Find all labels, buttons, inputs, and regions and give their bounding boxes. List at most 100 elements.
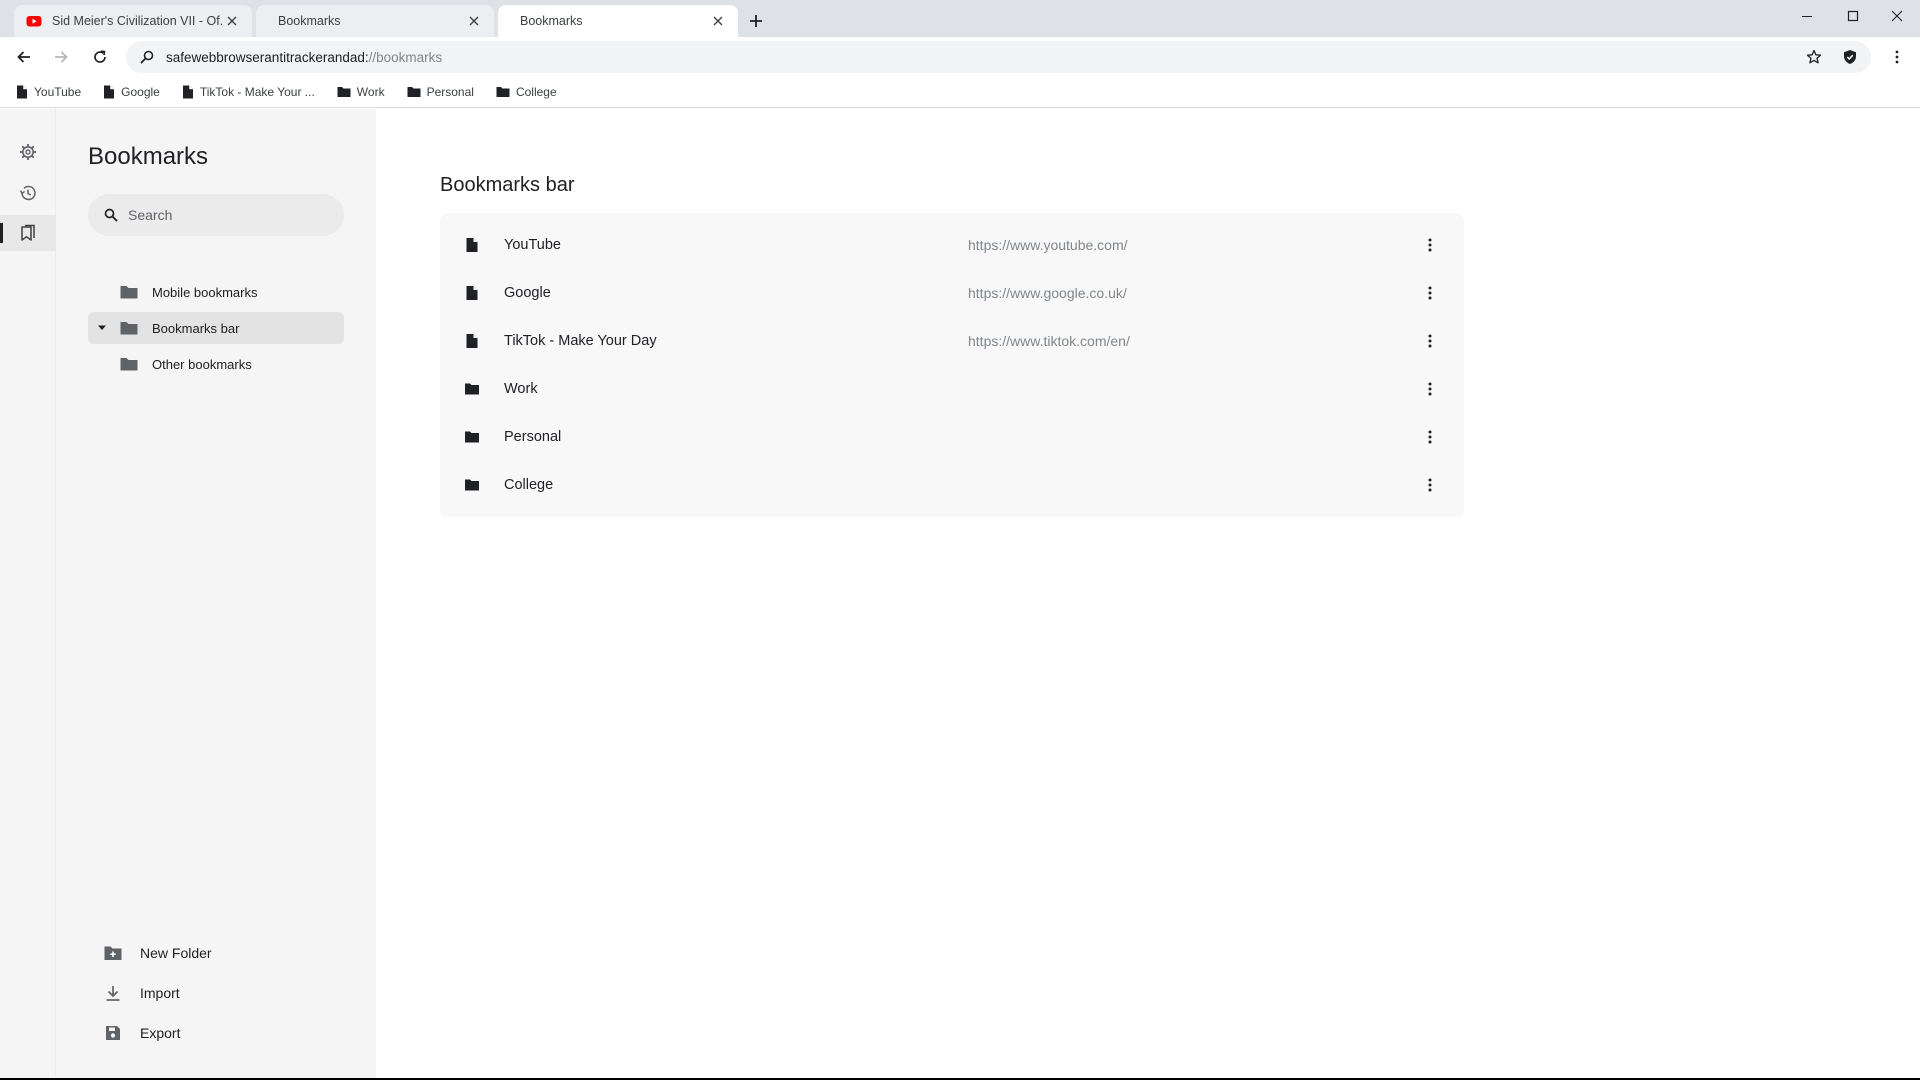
more-vertical-icon[interactable] <box>1418 377 1442 401</box>
folder-icon <box>407 87 421 97</box>
back-button[interactable] <box>12 45 36 69</box>
bookmark-star-button[interactable] <box>1802 45 1826 69</box>
more-vertical-icon[interactable] <box>1418 281 1442 305</box>
tree-item-other-bookmarks[interactable]: Other bookmarks <box>88 348 344 380</box>
history-icon <box>19 185 36 201</box>
bookmarks-bar-item[interactable]: TikTok - Make Your ... <box>182 85 315 99</box>
bookmark-row-youtube[interactable]: YouTube https://www.youtube.com/ <box>440 221 1464 269</box>
bookmark-row-personal[interactable]: Personal <box>440 413 1464 461</box>
settings-rail-button[interactable] <box>0 134 56 170</box>
arrow-right-icon <box>55 51 68 63</box>
bookmark-name: College <box>504 477 554 493</box>
bookmark-name: YouTube <box>504 237 561 253</box>
new-tab-button[interactable] <box>744 9 768 33</box>
bookmarks-icon <box>21 224 35 241</box>
minimize-button[interactable] <box>1784 0 1830 32</box>
arrow-left-icon <box>17 51 30 63</box>
bookmark-name: Personal <box>504 429 562 445</box>
shield-icon <box>1844 50 1856 64</box>
close-tab-icon[interactable] <box>466 13 482 29</box>
folder-icon <box>120 358 138 371</box>
sidebar-title: Bookmarks <box>88 143 209 170</box>
address-path: //bookmarks <box>368 49 443 65</box>
page-icon <box>182 85 193 99</box>
bookmarks-bar-label: Google <box>121 85 160 99</box>
tree-item-mobile-bookmarks[interactable]: Mobile bookmarks <box>88 276 344 308</box>
search-icon <box>140 50 154 64</box>
minimize-icon <box>1802 16 1812 17</box>
import-button[interactable]: Import <box>104 977 180 1009</box>
close-tab-icon[interactable] <box>224 13 240 29</box>
search-input[interactable] <box>128 207 328 223</box>
youtube-favicon-icon <box>26 16 42 27</box>
bookmarks-bar-label: Work <box>356 85 385 99</box>
page-icon <box>466 238 478 252</box>
bookmarks-sidebar: Bookmarks Mobile bookmarks Bookmarks bar… <box>56 109 376 1079</box>
bookmark-row-google[interactable]: Google https://www.google.co.uk/ <box>440 269 1464 317</box>
more-vertical-icon[interactable] <box>1418 329 1442 353</box>
folder-icon <box>465 479 479 491</box>
forward-button[interactable] <box>49 45 73 69</box>
expand-caret-icon[interactable] <box>94 320 110 336</box>
export-button[interactable]: Export <box>104 1017 180 1049</box>
folder-icon <box>465 383 479 395</box>
browser-menu-button[interactable] <box>1885 45 1909 69</box>
new-folder-button[interactable]: New Folder <box>104 937 212 969</box>
bookmarks-bar: YouTube Google TikTok - Make Your ... Wo… <box>0 77 1920 108</box>
tree-item-label: Other bookmarks <box>152 356 252 372</box>
more-vertical-icon[interactable] <box>1418 233 1442 257</box>
bookmark-row-work[interactable]: Work <box>440 365 1464 413</box>
bookmarks-bar-folder[interactable]: College <box>496 85 557 99</box>
bookmarks-bar-item[interactable]: Google <box>103 85 160 99</box>
bookmarks-bar-folder[interactable]: Personal <box>407 85 474 99</box>
folder-icon <box>120 286 138 299</box>
bookmark-name: TikTok - Make Your Day <box>504 333 657 349</box>
bookmark-row-tiktok[interactable]: TikTok - Make Your Day https://www.tikto… <box>440 317 1464 365</box>
tab-title: Bookmarks <box>520 14 583 28</box>
tree-item-label: Bookmarks bar <box>152 320 240 336</box>
bookmark-name: Work <box>504 381 538 397</box>
bookmark-url: https://www.youtube.com/ <box>968 237 1128 253</box>
import-label: Import <box>140 985 180 1001</box>
close-icon <box>1891 10 1903 22</box>
search-box[interactable] <box>88 194 344 236</box>
new-folder-icon <box>104 946 122 960</box>
more-vertical-icon[interactable] <box>1418 473 1442 497</box>
folder-icon <box>337 87 351 97</box>
bookmarks-bar-folder[interactable]: Work <box>337 85 385 99</box>
more-vertical-icon[interactable] <box>1418 425 1442 449</box>
tab-3-active[interactable]: Bookmarks <box>498 5 738 37</box>
tab-1[interactable]: Sid Meier's Civilization VII - Of... <box>14 5 252 37</box>
address-host: safewebbrowserantitrackerandad: <box>166 49 369 65</box>
reload-icon <box>94 50 106 63</box>
tab-title: Bookmarks <box>278 14 341 28</box>
tab-title: Sid Meier's Civilization VII - Of... <box>52 14 224 28</box>
bookmark-name: Google <box>504 285 551 301</box>
address-bar[interactable]: safewebbrowserantitrackerandad://bookmar… <box>126 41 1871 73</box>
close-window-button[interactable] <box>1874 0 1920 32</box>
search-icon <box>104 208 118 222</box>
history-rail-button[interactable] <box>0 175 56 211</box>
tree-item-bookmarks-bar[interactable]: Bookmarks bar <box>88 312 344 344</box>
page-icon <box>466 286 478 300</box>
folder-title: Bookmarks bar <box>440 174 575 196</box>
bookmarks-bar-item[interactable]: YouTube <box>16 85 81 99</box>
tab-strip: Sid Meier's Civilization VII - Of... Boo… <box>0 0 1920 37</box>
export-label: Export <box>140 1025 181 1041</box>
left-rail <box>0 109 56 1079</box>
bookmark-row-college[interactable]: College <box>440 461 1464 509</box>
more-vertical-icon <box>1895 50 1899 64</box>
bookmark-url: https://www.google.co.uk/ <box>968 285 1127 301</box>
page-icon <box>17 85 27 99</box>
shield-extension-button[interactable] <box>1838 45 1862 69</box>
close-tab-icon[interactable] <box>710 13 726 29</box>
tab-2[interactable]: Bookmarks <box>256 5 494 37</box>
gear-icon <box>20 144 36 160</box>
bookmarks-bar-label: Personal <box>426 85 474 99</box>
new-folder-label: New Folder <box>140 945 212 961</box>
reload-button[interactable] <box>88 45 112 69</box>
bookmark-url: https://www.tiktok.com/en/ <box>968 333 1130 349</box>
maximize-button[interactable] <box>1830 0 1876 32</box>
bookmarks-rail-button[interactable] <box>0 215 56 251</box>
star-icon <box>1806 49 1822 64</box>
